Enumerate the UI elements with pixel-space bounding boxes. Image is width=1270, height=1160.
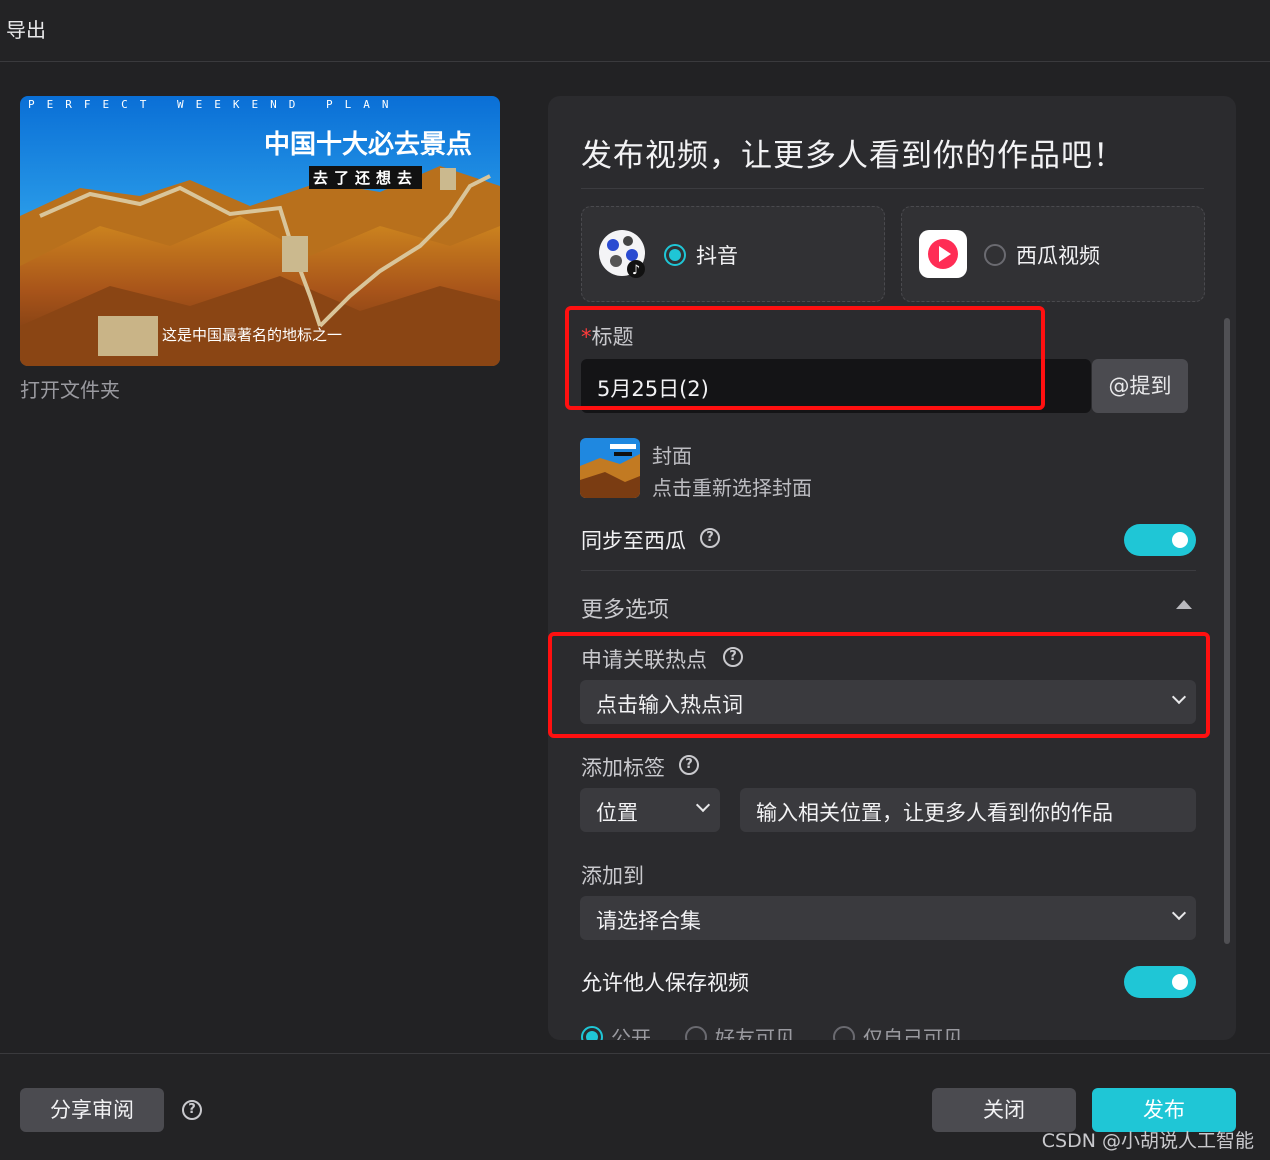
tag-type-select[interactable]: 位置 xyxy=(580,788,720,832)
csdn-watermark: CSDN @小胡说人工智能 xyxy=(1041,1130,1254,1152)
help-icon[interactable]: ? xyxy=(679,755,699,775)
collection-select[interactable]: 请选择合集 xyxy=(580,896,1196,940)
sync-xigua-toggle[interactable] xyxy=(1124,524,1196,556)
more-options-label[interactable]: 更多选项 xyxy=(581,592,669,624)
visibility-friends-label: 好友可见 xyxy=(715,1026,795,1040)
xigua-logo-icon xyxy=(919,230,967,278)
cover-thumbnail[interactable] xyxy=(580,438,640,498)
title-label: *标题 xyxy=(581,321,634,351)
share-review-button[interactable]: 分享审阅 xyxy=(20,1088,164,1132)
help-icon[interactable]: ? xyxy=(700,528,720,548)
platform-option-douyin[interactable]: ♪ 抖音 xyxy=(581,206,885,302)
publish-panel: 发布视频，让更多人看到你的作品吧！ ♪ 抖音 西瓜视频 *标题 5月25日(2)… xyxy=(548,96,1236,1040)
allow-save-toggle[interactable] xyxy=(1124,966,1196,998)
required-mark: * xyxy=(581,325,592,349)
title-label-text: 标题 xyxy=(591,325,634,349)
visibility-public-label: 公开 xyxy=(611,1026,651,1040)
cover-hint[interactable]: 点击重新选择封面 xyxy=(652,472,812,501)
hotspot-label: 申请关联热点 xyxy=(581,648,707,672)
platform-option-xigua[interactable]: 西瓜视频 xyxy=(901,206,1205,302)
title-input[interactable]: 5月25日(2) xyxy=(581,359,1091,413)
visibility-private-label: 仅自己可见 xyxy=(863,1026,963,1040)
add-to-label: 添加到 xyxy=(581,864,644,888)
visibility-radio-public[interactable] xyxy=(581,1026,603,1040)
publish-heading: 发布视频，让更多人看到你的作品吧！ xyxy=(581,138,1125,174)
hotspot-select[interactable]: 点击输入热点词 xyxy=(580,680,1196,724)
hotspot-placeholder: 点击输入热点词 xyxy=(596,693,743,717)
allow-save-label: 允许他人保存视频 xyxy=(581,971,749,995)
preview-top-text: PERFECT WEEKEND PLAN xyxy=(28,98,401,111)
preview-subtitle: 去了还想去 xyxy=(308,166,422,189)
help-icon[interactable]: ? xyxy=(182,1100,202,1120)
panel-scrollbar[interactable] xyxy=(1224,318,1230,944)
chevron-down-icon xyxy=(1171,905,1187,921)
tag-type-value: 位置 xyxy=(596,801,638,825)
preview-main-title: 中国十大必去景点 xyxy=(263,130,472,160)
svg-text:♪: ♪ xyxy=(632,263,640,278)
tags-label: 添加标签 xyxy=(581,756,665,780)
divider xyxy=(581,570,1196,571)
cover-label: 封面 xyxy=(652,444,692,468)
location-input[interactable]: 输入相关位置，让更多人看到你的作品 xyxy=(740,788,1196,832)
douyin-radio[interactable] xyxy=(664,244,686,266)
video-preview-thumbnail[interactable]: PERFECT WEEKEND PLAN 中国十大必去景点 去了还想去 这是中国… xyxy=(20,96,500,366)
open-folder-link[interactable]: 打开文件夹 xyxy=(20,374,120,403)
chevron-down-icon xyxy=(695,797,711,813)
preview-caption: 这是中国最著名的地标之一 xyxy=(162,326,343,344)
collapse-caret-icon[interactable] xyxy=(1176,600,1192,609)
help-icon[interactable]: ? xyxy=(723,647,743,667)
mention-button[interactable]: @提到 xyxy=(1092,359,1188,413)
location-placeholder: 输入相关位置，让更多人看到你的作品 xyxy=(756,801,1113,825)
collection-placeholder: 请选择合集 xyxy=(596,909,701,933)
visibility-radio-private[interactable] xyxy=(833,1026,855,1040)
cover-image xyxy=(580,438,640,498)
visibility-radio-friends[interactable] xyxy=(685,1026,707,1040)
xigua-radio[interactable] xyxy=(984,244,1006,266)
douyin-label: 抖音 xyxy=(696,244,738,268)
sync-xigua-label: 同步至西瓜 xyxy=(581,529,686,553)
divider xyxy=(581,188,1204,189)
xigua-label: 西瓜视频 xyxy=(1016,244,1100,268)
title-bar: 导出 xyxy=(0,0,1270,62)
douyin-logo-icon: ♪ xyxy=(599,230,645,278)
window-title: 导出 xyxy=(6,18,46,42)
chevron-down-icon xyxy=(1171,689,1187,705)
